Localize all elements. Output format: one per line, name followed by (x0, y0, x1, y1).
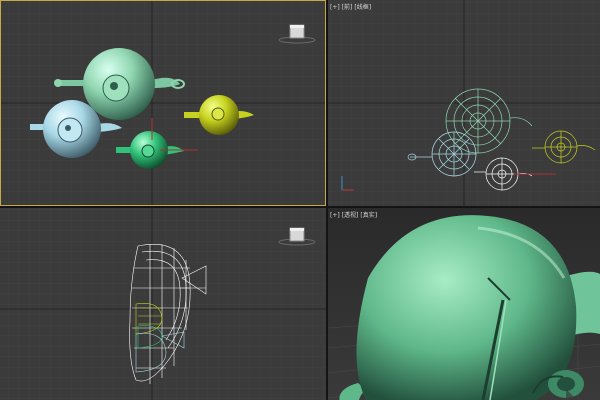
viewport-left[interactable] (0, 208, 326, 400)
viewport-shading-mode[interactable]: [真实] (360, 212, 377, 219)
viewport-point-of-view[interactable]: [前] (342, 4, 353, 11)
viewport-front-label[interactable]: [+] [前] [线框] (330, 4, 373, 12)
viewport-front[interactable]: [+] [前] [线框] (328, 0, 600, 206)
viewport-left-canvas (0, 208, 326, 400)
viewport-front-canvas (328, 0, 600, 206)
viewport-perspective-canvas: ◣◢ (328, 208, 600, 400)
viewport-shading-mode[interactable]: [线框] (354, 4, 371, 11)
watermark-icon: ◣◢ (566, 386, 588, 400)
viewport-perspective[interactable]: ◣◢ [+] [透视] [真实] (328, 208, 600, 400)
viewport-top-canvas (0, 0, 326, 206)
viewport-layout: [+] [前] [线框] ◣◢ [+] [透视] [真实] (0, 0, 600, 400)
viewport-perspective-label[interactable]: [+] [透视] [真实] (330, 212, 379, 220)
viewport-divider-vertical[interactable] (326, 0, 328, 400)
viewport-menu-plus[interactable]: [+] (330, 4, 340, 11)
viewport-divider-horizontal[interactable] (0, 206, 600, 208)
viewport-point-of-view[interactable]: [透视] (342, 212, 359, 219)
viewport-menu-plus[interactable]: [+] (330, 212, 340, 219)
viewport-top[interactable] (0, 0, 326, 206)
